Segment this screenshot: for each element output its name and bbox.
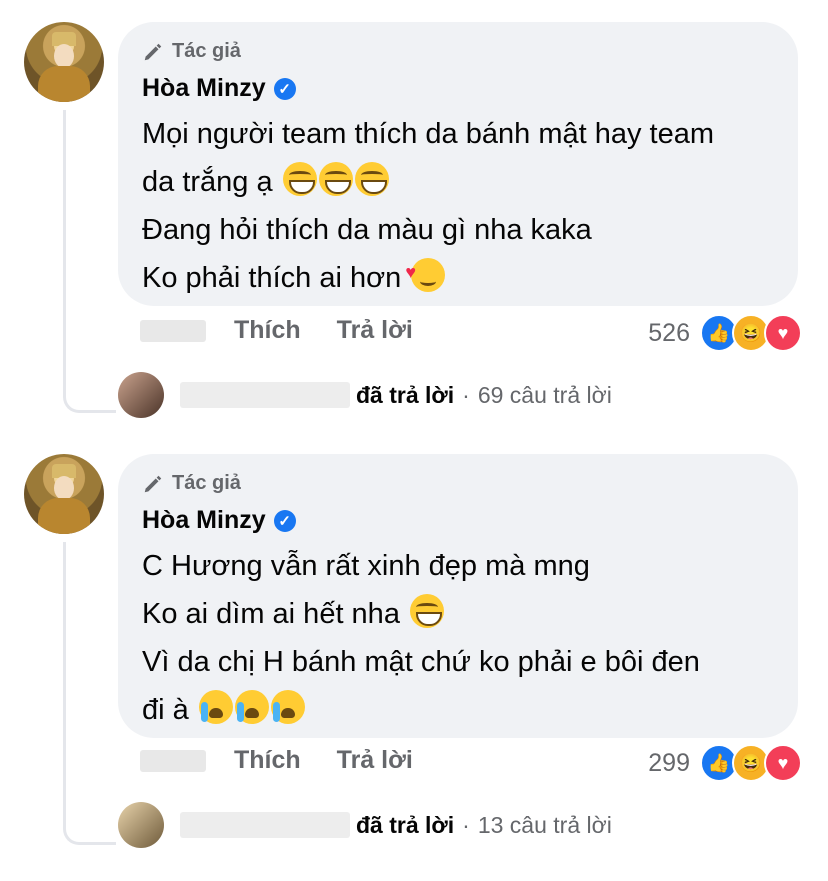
author-avatar[interactable] [24, 22, 104, 102]
thread-line [63, 110, 116, 413]
replier-avatar [118, 802, 164, 848]
comment-bubble: Tác giả Hòa Minzy ✓ C Hương vẫn rất xinh… [118, 454, 798, 738]
crying-emoji-icon [270, 690, 305, 724]
comment-line: da trắng ạ [142, 158, 714, 206]
timestamp-redacted [140, 749, 206, 772]
love-reaction-icon: ♥ [764, 744, 802, 782]
author-badge: Tác giả [142, 40, 241, 63]
timestamp-redacted [140, 319, 206, 342]
replies-link[interactable]: đã trả lời · 13 câu trả lời [118, 802, 612, 848]
comment-line: Đang hỏi thích da màu gì nha kaka [142, 214, 592, 246]
reaction-count: 299 [648, 748, 690, 777]
author-avatar[interactable] [24, 454, 104, 534]
replier-avatar [118, 372, 164, 418]
comment-line: đi à [142, 686, 700, 734]
replier-name-redacted [180, 812, 350, 838]
pen-icon [144, 475, 162, 492]
smiling-hearts-emoji-icon [405, 248, 446, 296]
author-badge-label: Tác giả [172, 472, 241, 494]
comment-actions: Thích Trả lời [140, 746, 449, 775]
like-button[interactable]: Thích [234, 316, 301, 345]
grinning-emoji-icon [410, 594, 445, 628]
like-button[interactable]: Thích [234, 746, 301, 775]
grinning-emoji-icon [354, 162, 389, 196]
comment-line: Ko phải thích ai hơn [142, 248, 714, 302]
comment-line: Mọi người team thích da bánh mật hay tea… [142, 118, 714, 150]
comment-bubble: Tác giả Hòa Minzy ✓ Mọi người team thích… [118, 22, 798, 306]
grinning-emoji-icon [282, 162, 317, 196]
thread-line [63, 542, 116, 845]
author-name[interactable]: Hòa Minzy [142, 74, 266, 103]
reply-count: 13 câu trả lời [477, 811, 612, 838]
comment-line: C Hương vẫn rất xinh đẹp mà mng [142, 550, 590, 582]
comment-text: Mọi người team thích da bánh mật hay tea… [142, 110, 714, 302]
comment-line: Ko ai dìm ai hết nha [142, 590, 700, 638]
reply-action: đã trả lời [356, 381, 455, 408]
author-name[interactable]: Hòa Minzy [142, 506, 266, 535]
pen-icon [144, 43, 162, 60]
comment-line: Vì da chị H bánh mật chứ ko phải e bôi đ… [142, 646, 700, 678]
reply-count: 69 câu trả lời [477, 381, 612, 408]
verified-icon: ✓ [273, 509, 296, 532]
love-reaction-icon: ♥ [764, 314, 802, 352]
verified-icon: ✓ [273, 77, 296, 100]
crying-emoji-icon [234, 690, 269, 724]
comment-actions: Thích Trả lời [140, 316, 449, 345]
comment-text: C Hương vẫn rất xinh đẹp mà mng Ko ai dì… [142, 542, 700, 734]
grinning-emoji-icon [318, 162, 353, 196]
replies-link[interactable]: đã trả lời · 69 câu trả lời [118, 372, 612, 418]
reply-button[interactable]: Trả lời [337, 316, 413, 345]
author-badge-label: Tác giả [172, 40, 241, 62]
reply-action: đã trả lời [356, 811, 455, 838]
crying-emoji-icon [198, 690, 233, 724]
replier-name-redacted [180, 382, 350, 408]
reply-button[interactable]: Trả lời [337, 746, 413, 775]
reactions-summary[interactable]: 526 👍 😆 ♥ [648, 314, 802, 352]
reactions-summary[interactable]: 299 👍 😆 ♥ [648, 744, 802, 782]
author-badge: Tác giả [142, 472, 241, 495]
reaction-count: 526 [648, 318, 690, 347]
